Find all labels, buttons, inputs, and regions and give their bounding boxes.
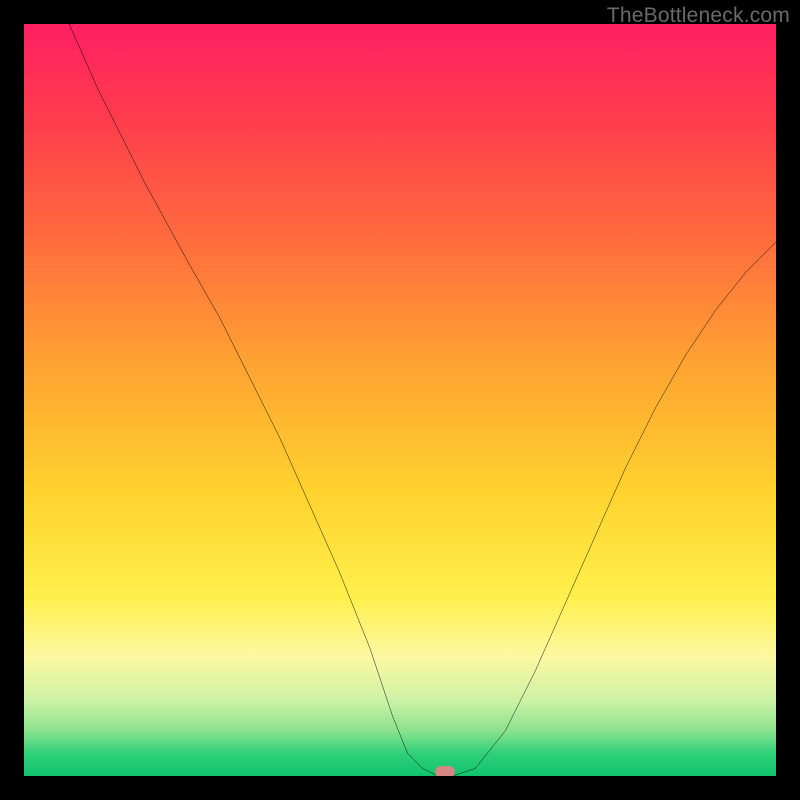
plot-area (24, 24, 776, 776)
bottleneck-curve (69, 24, 776, 776)
watermark-text: TheBottleneck.com (607, 4, 790, 28)
chart-stage: TheBottleneck.com (0, 0, 800, 800)
min-point-marker (435, 766, 455, 776)
curve-layer (24, 24, 776, 776)
